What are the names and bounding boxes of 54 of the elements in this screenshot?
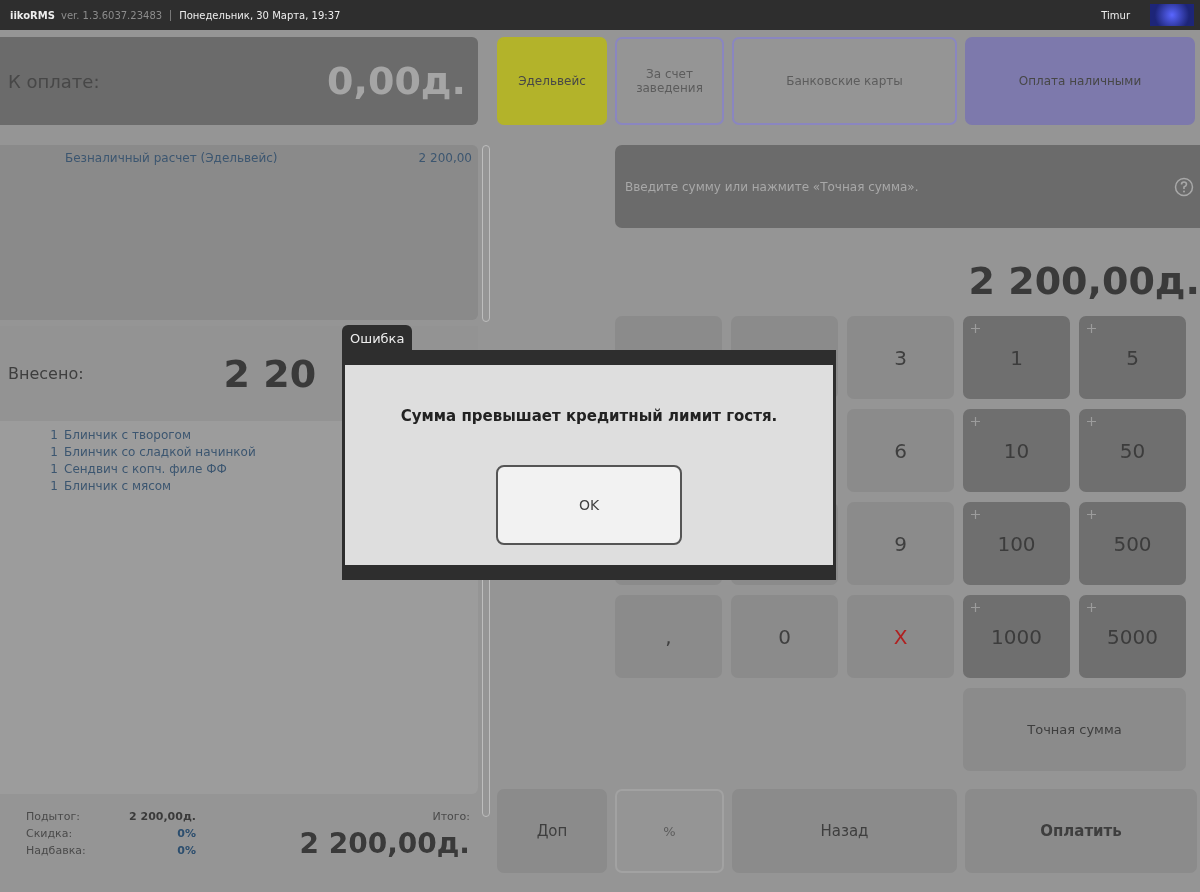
user-avatar-icon	[1150, 4, 1194, 26]
item-name[interactable]: Блинчик со сладкой начинкой	[64, 444, 256, 461]
plus-icon	[1087, 324, 1096, 333]
keypad-key[interactable]: 0	[731, 595, 838, 678]
paid-label: Внесено:	[8, 364, 84, 383]
keypad-key[interactable]: 6	[847, 409, 954, 492]
keypad-key[interactable]: 3	[847, 316, 954, 399]
discount-label: Скидка:	[26, 827, 74, 840]
keypad-key[interactable]: ,	[615, 595, 722, 678]
item-name[interactable]: Сендвич с копч. филе ФФ	[64, 461, 227, 478]
payment-method-button[interactable]: За счет заведения	[615, 37, 724, 125]
keypad-key[interactable]: X	[847, 595, 954, 678]
keypad-key[interactable]: 9	[847, 502, 954, 585]
item-quantity: 1	[49, 461, 58, 478]
total-value: 2 200,00д.	[299, 827, 470, 860]
plus-icon	[971, 324, 980, 333]
exact-amount-button[interactable]: Точная сумма	[963, 688, 1186, 771]
subtotal-label: Подытог:	[26, 810, 81, 823]
entered-amount: 2 200,00д.	[968, 258, 1200, 304]
plus-icon	[971, 603, 980, 612]
subtotal-value: 2 200,00д.	[128, 810, 196, 823]
plus-icon	[1087, 510, 1096, 519]
action-button[interactable]: Назад	[732, 789, 957, 873]
plus-icon	[1087, 417, 1096, 426]
dialog-title: Ошибка	[342, 325, 413, 350]
action-button[interactable]: Доп	[497, 789, 607, 873]
item-quantity: 1	[49, 427, 58, 444]
item-name[interactable]: Блинчик с творогом	[64, 427, 191, 444]
item-name[interactable]: Блинчик с мясом	[64, 478, 172, 495]
markup-label: Надбавка:	[26, 844, 87, 857]
item-quantity: 1	[49, 444, 58, 461]
help-icon[interactable]	[1174, 176, 1194, 197]
payment-amount[interactable]: 2 200,00	[418, 151, 472, 165]
payment-name[interactable]: Безналичный расчет (Эдельвейс)	[65, 151, 278, 165]
plus-icon	[971, 417, 980, 426]
amount-due-value: 0,00д.	[327, 59, 466, 103]
markup-value: 0%	[176, 844, 196, 857]
plus-icon	[1087, 603, 1096, 612]
discount-value: 0%	[176, 827, 196, 840]
payment-method-button[interactable]: Эдельвейс	[497, 37, 607, 125]
date-time: Понедельник, 30 Марта, 19:37	[179, 9, 341, 21]
ok-button[interactable]: OK	[496, 465, 682, 545]
user-name: Timur	[1101, 9, 1130, 21]
version-text: ver. 1.3.6037.23483	[60, 9, 172, 21]
paid-amount: 2 20	[223, 351, 317, 396]
payment-method-button[interactable]: Оплата наличными	[965, 37, 1195, 125]
action-button[interactable]: Оплатить	[965, 789, 1197, 873]
payment-method-button[interactable]: Банковские карты	[732, 37, 957, 125]
item-quantity: 1	[49, 478, 58, 495]
app-name: iikoRMS	[10, 9, 55, 21]
hint-text: Введите сумму или нажмите «Точная сумма».	[625, 179, 919, 194]
error-message: Сумма превышает кредитный лимит гостя.	[400, 407, 778, 425]
plus-icon	[971, 510, 980, 519]
total-label: Итого:	[432, 810, 470, 823]
